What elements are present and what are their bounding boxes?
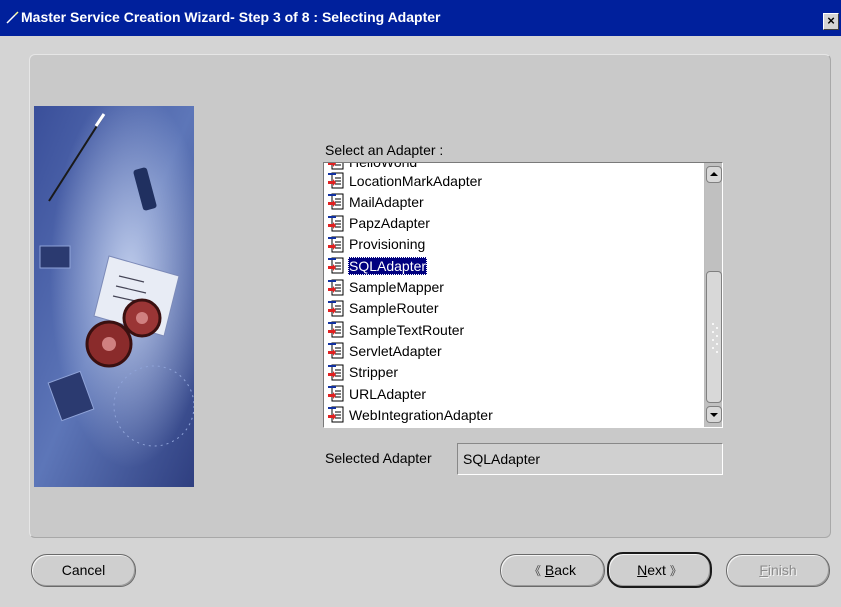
list-item[interactable]: WebIntegrationAdapter [327,404,494,425]
selected-adapter-label: Selected Adapter [325,450,432,466]
list-item-label: SampleMapper [349,279,444,295]
list-item-label: ServletAdapter [349,342,442,359]
back-arrow-icon: 《 [528,564,541,578]
adapter-listbox[interactable]: HelloWorldLocationMarkAdapterMailAdapter… [323,162,723,428]
finish-label: inish [767,562,797,578]
next-arrow-icon: 》 [669,564,682,578]
adapter-document-icon [328,342,344,359]
wizard-window: Master Service Creation Wizard- Step 3 o… [0,0,841,607]
next-mnemonic: N [637,562,648,578]
adapter-list-items: HelloWorldLocationMarkAdapterMailAdapter… [324,163,703,427]
list-item-label: SampleRouter [349,300,439,317]
list-item[interactable]: Provisioning [327,234,426,255]
list-item[interactable]: Stripper [327,362,399,383]
adapter-document-icon [328,236,344,253]
list-item[interactable]: SQLAdapter [327,255,428,276]
selected-adapter-field: SQLAdapter [457,443,723,475]
adapter-document-icon [328,215,344,232]
adapter-document-icon [328,406,344,423]
adapter-document-icon [328,193,344,210]
list-item-label: WebIntegrationAdapter [349,406,493,423]
scroll-thumb[interactable] [706,271,722,403]
list-item[interactable]: SampleRouter [327,298,440,319]
adapter-document-icon [328,300,344,317]
list-item[interactable]: SampleTextRouter [327,319,465,340]
close-button[interactable]: × [823,13,839,30]
list-item[interactable]: URLAdapter [327,383,427,404]
list-item[interactable]: PapzAdapter [327,213,431,234]
back-label: ack [554,562,577,578]
list-item-label: SampleTextRouter [349,321,465,338]
adapter-document-icon [328,385,344,402]
finish-button: Finish [726,554,830,587]
scroll-down-button[interactable] [706,406,722,423]
adapter-document-icon [328,279,344,295]
adapter-document-icon [328,172,344,189]
back-mnemonic: B [544,562,555,578]
arrow-down-icon [710,413,718,417]
scroll-up-button[interactable] [706,166,722,183]
wizard-illustration [34,106,194,487]
cancel-button[interactable]: Cancel [31,554,136,587]
finish-mnemonic: F [759,562,768,578]
list-item-label: Stripper [349,364,399,381]
select-adapter-label: Select an Adapter : [325,142,444,158]
list-item-label: MailAdapter [349,193,424,210]
adapter-document-icon [328,257,344,274]
next-label: ext [647,562,666,578]
list-item-label: Provisioning [349,236,426,253]
list-item-label: URLAdapter [349,385,427,402]
back-button[interactable]: 《 Back [500,554,605,587]
list-item-label: PapzAdapter [349,215,430,232]
title-bar[interactable]: Master Service Creation Wizard- Step 3 o… [0,0,841,36]
list-item-label: SQLAdapter [348,256,428,275]
list-item[interactable]: SampleMapper [327,277,445,298]
grip-icon [712,323,718,353]
arrow-up-icon [710,172,718,176]
adapter-document-icon [328,321,344,338]
adapter-document-icon [328,364,344,381]
next-button[interactable]: Next 》 [607,552,712,588]
wand-icon [6,11,19,24]
list-item[interactable]: ServletAdapter [327,340,443,361]
list-item[interactable]: LocationMarkAdapter [327,170,483,191]
list-item-label: LocationMarkAdapter [349,172,483,189]
window-title: Master Service Creation Wizard- Step 3 o… [21,9,441,25]
list-item[interactable]: MailAdapter [327,191,425,212]
vertical-scrollbar[interactable] [704,163,722,427]
